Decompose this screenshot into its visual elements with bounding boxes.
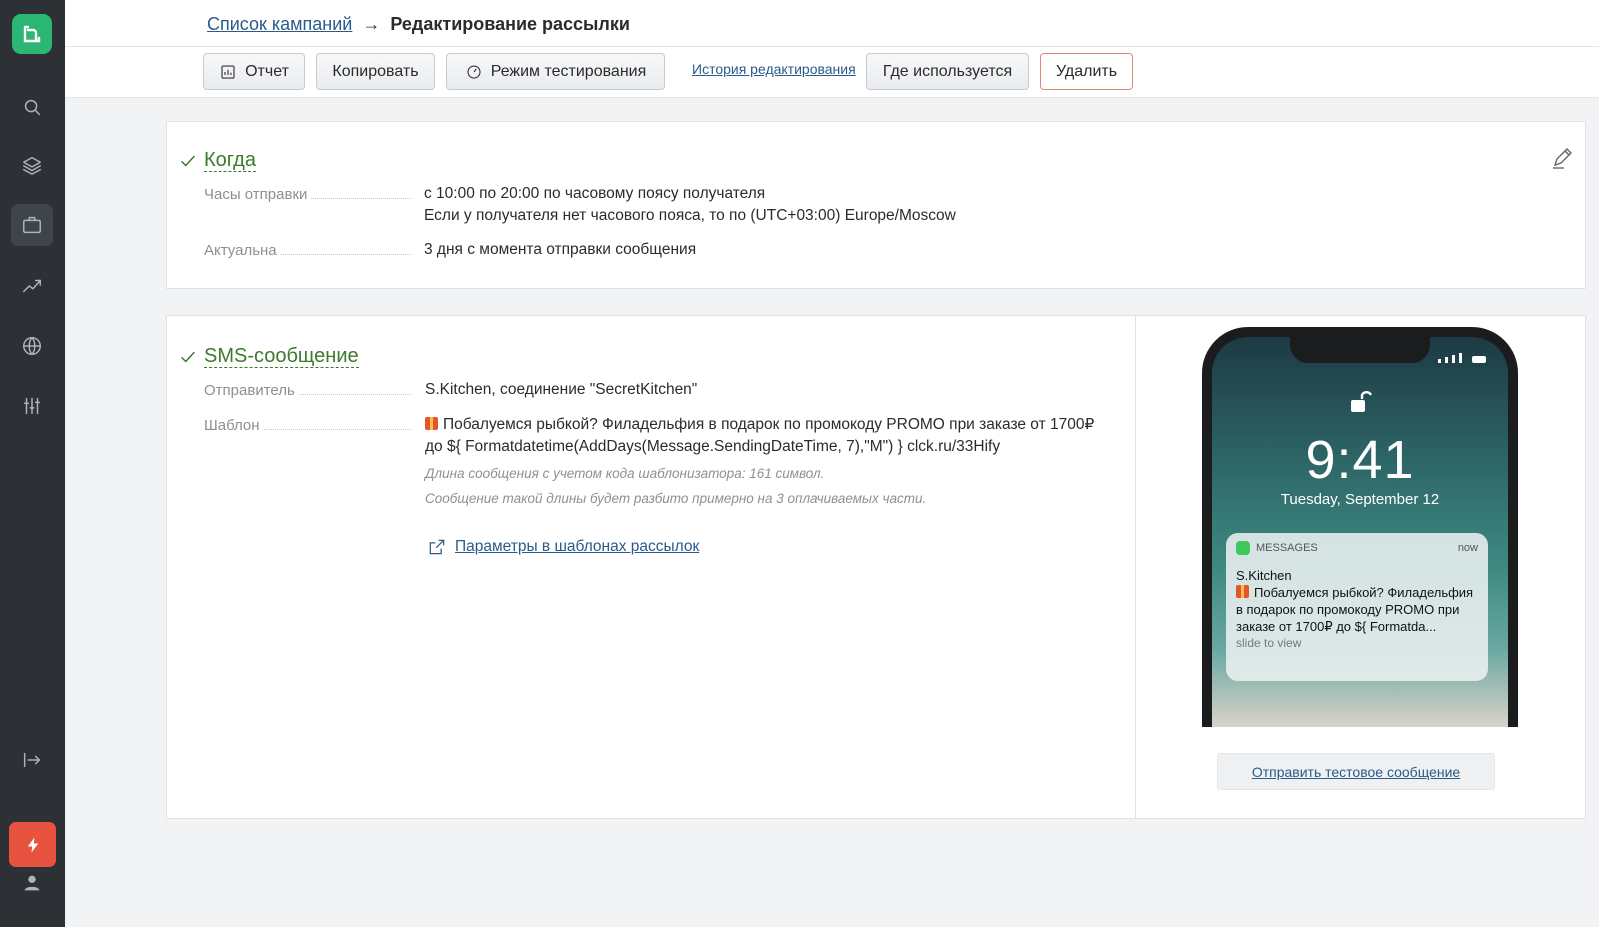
report-button-label: Отчет [245,62,289,80]
sms-preview: 9:41 Tuesday, September 12 MESSAGES now … [1135,315,1587,819]
external-link-icon [429,539,445,555]
search-icon[interactable] [11,86,53,128]
phone-mockup: 9:41 Tuesday, September 12 MESSAGES now … [1202,327,1518,727]
edit-icon[interactable] [1550,146,1574,170]
page-title: Редактирование рассылки [390,14,630,34]
send-hours-label: Часы отправки [204,186,412,203]
test-mode-button-label: Режим тестирования [490,62,647,80]
copy-button[interactable]: Копировать [316,53,435,90]
sidebar [0,0,65,927]
sender-value: S.Kitchen, соединение "SecretKitchen" [425,381,698,398]
template-params-link[interactable]: Параметры в шаблонах рассылок [427,537,699,557]
delete-button[interactable]: Удалить [1040,53,1133,90]
actual-label: Актуальна [204,242,412,259]
notification-time: now [1457,542,1478,554]
length-note: Длина сообщения с учетом кода шаблонизат… [425,466,825,481]
parts-note: Сообщение такой длины будет разбито прим… [425,491,927,506]
check-icon [179,348,197,366]
status-bar-icons [1438,353,1486,363]
trend-icon[interactable] [11,265,53,307]
where-used-button-label: Где используется [882,62,1013,80]
globe-icon[interactable] [11,325,53,367]
logout-icon[interactable] [11,739,53,781]
unlock-icon [1350,389,1373,415]
copy-button-label: Копировать [332,62,419,80]
gauge-icon [467,64,481,79]
when-section: Когда Часы отправки с 10:00 по 20:00 по … [166,121,1586,289]
logo-icon[interactable] [12,14,52,54]
phone-screen: 9:41 Tuesday, September 12 MESSAGES now … [1212,337,1508,727]
sliders-icon[interactable] [11,385,53,427]
bolt-icon[interactable] [9,822,56,867]
gift-icon [425,417,438,430]
sms-section: SMS-сообщение Отправитель S.Kitchen, сое… [166,315,1586,819]
notification-slide-hint: slide to view [1236,636,1302,650]
lock-time: 9:41 [1305,430,1415,490]
actual-value: 3 дня с момента отправки сообщения [424,241,697,258]
briefcase-icon[interactable] [11,204,53,246]
notification-sender: S.Kitchen [1236,568,1292,583]
template-label: Шаблон [204,417,412,434]
notification-app: MESSAGES [1256,542,1318,554]
notification-body: Побалуемся рыбкой? Филадельфия в подарок… [1236,585,1474,634]
delete-button-label: Удалить [1055,62,1118,80]
lock-date: Tuesday, September 12 [1280,491,1440,508]
template-value: Побалуемся рыбкой? Филадельфия в подарок… [425,416,1095,455]
sms-title[interactable]: SMS-сообщение [204,345,359,368]
breadcrumb: Список кампаний → Редактирование рассылк… [207,14,630,35]
when-title[interactable]: Когда [204,149,256,172]
toolbar: Отчет Копировать Режим тестирования Исто… [65,47,1599,98]
send-hours-value: с 10:00 по 20:00 по часовому поясу получ… [424,185,956,224]
test-mode-button[interactable]: Режим тестирования [446,53,665,90]
sender-label: Отправитель [204,382,412,399]
messages-app-icon [1236,541,1250,555]
send-test-button[interactable]: Отправить тестовое сообщение [1217,753,1495,790]
user-icon[interactable] [11,862,53,904]
breadcrumb-campaign-list[interactable]: Список кампаний [207,14,352,35]
report-button[interactable]: Отчет [203,53,305,90]
phone-notch [1290,337,1430,363]
check-icon [179,152,197,170]
breadcrumb-arrow: → [362,14,381,34]
notification-card: MESSAGES now S.Kitchen Побалуемся рыбкой… [1226,533,1488,681]
chart-icon [221,64,235,79]
top-bar: Список кампаний → Редактирование рассылк… [65,0,1599,47]
edit-history-link[interactable]: История редактирования [692,61,856,77]
layers-icon[interactable] [11,144,53,186]
where-used-button[interactable]: Где используется [866,53,1029,90]
